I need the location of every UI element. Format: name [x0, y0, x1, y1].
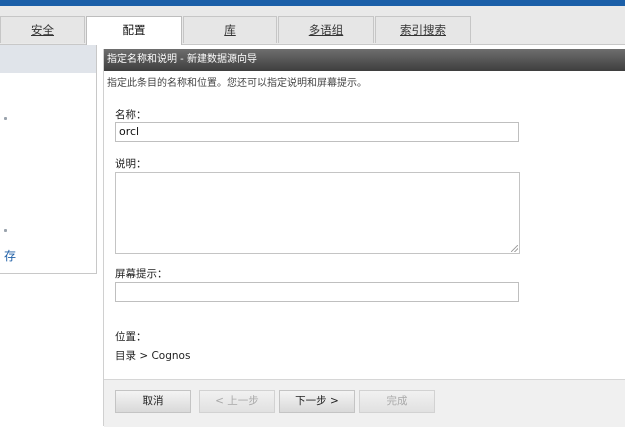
main-tab-bar: 安全 配置 库 多语组 索引搜索 — [0, 6, 625, 45]
left-gutter — [0, 274, 97, 426]
cancel-button[interactable]: 取消 — [115, 390, 191, 413]
name-label: 名称： — [115, 109, 147, 121]
tab-library[interactable]: 库 — [183, 16, 277, 43]
tab-configuration[interactable]: 配置 — [86, 16, 182, 45]
location-path: 目录 > Cognos — [115, 350, 191, 362]
name-input[interactable]: orcl — [115, 122, 519, 142]
left-navigation-panel: 存 — [0, 45, 97, 274]
location-label: 位置： — [115, 331, 147, 343]
wizard-footer: 取消 < 上一步 下一步 > 完成 — [104, 379, 625, 427]
left-nav-link[interactable]: 存 — [4, 247, 16, 264]
tab-multilingual-group[interactable]: 多语组 — [278, 16, 374, 43]
screentip-label: 屏幕提示： — [115, 268, 168, 280]
left-item-marker — [4, 117, 7, 120]
tab-index-search[interactable]: 索引搜索 — [375, 16, 471, 43]
left-selected-item[interactable] — [0, 45, 96, 73]
wizard-instructions: 指定此条目的名称和位置。您还可以指定说明和屏幕提示。 — [107, 78, 367, 89]
screentip-input[interactable] — [115, 282, 519, 302]
left-item-marker — [4, 229, 7, 232]
back-button[interactable]: < 上一步 — [199, 390, 275, 413]
wizard-title-bar: 指定名称和说明 - 新建数据源向导 — [104, 49, 625, 71]
tab-security[interactable]: 安全 — [0, 16, 85, 43]
wizard-content: 指定名称和说明 - 新建数据源向导 指定此条目的名称和位置。您还可以指定说明和屏… — [103, 49, 625, 427]
resize-grip-icon[interactable] — [511, 245, 518, 252]
next-button[interactable]: 下一步 > — [279, 390, 355, 413]
description-textarea[interactable] — [115, 172, 520, 254]
finish-button[interactable]: 完成 — [359, 390, 435, 413]
description-label: 说明： — [115, 158, 147, 170]
